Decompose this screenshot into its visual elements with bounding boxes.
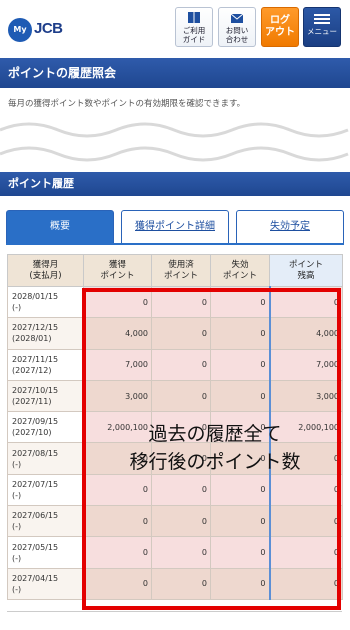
table-header-row: 獲得月 (支払月) 獲得 ポイント 使用済 ポイント 失効 ポイント ポイント 残高	[7, 254, 343, 287]
logout-label-1: ログ	[270, 15, 290, 26]
cell-used: 0	[151, 505, 211, 538]
cell-month: 2027/12/15 (2028/01)	[7, 317, 84, 350]
cell-used: 0	[151, 317, 211, 350]
book-icon	[188, 12, 200, 23]
table-bottom-divider	[7, 611, 342, 612]
cell-expired: 0	[210, 567, 270, 600]
cell-balance: 3,000	[268, 379, 343, 413]
cell-month: 2027/07/15 (-)	[7, 473, 84, 507]
cell-month: 2027/05/15 (-)	[7, 536, 84, 569]
cell-balance: 4,000	[268, 317, 343, 350]
logo-my-badge: My	[8, 18, 32, 42]
cell-month: 2027/04/15 (-)	[7, 567, 84, 600]
cell-used: 0	[151, 567, 211, 600]
page-description: 毎月の獲得ポイント数やポイントの有効期限を確認できます。	[8, 99, 246, 109]
cell-used: 0	[151, 379, 211, 413]
table-row: 2027/04/15 (-) 0 0 0 0	[7, 567, 343, 600]
cell-balance: 0	[268, 473, 343, 507]
logo-jcb-text: JCB	[34, 20, 63, 37]
page-title: ポイントの履歴照会	[0, 58, 350, 88]
table-row: 2027/05/15 (-) 0 0 0 0	[7, 536, 343, 569]
contact-label-2: 合わせ	[225, 35, 249, 44]
mail-icon	[230, 13, 244, 23]
guide-label-1: ご利用	[182, 26, 206, 35]
cell-used: 0	[151, 536, 211, 569]
logout-button[interactable]: ログ アウト	[261, 7, 299, 47]
header-earned: 獲得 ポイント	[83, 254, 152, 287]
table-row: 2027/10/15 (2027/11) 3,000 0 0 3,000	[7, 379, 343, 413]
tab-earned-details[interactable]: 獲得ポイント詳細	[121, 210, 229, 244]
annotation-line-1: 過去の履歴全て	[148, 423, 282, 445]
header-used: 使用済 ポイント	[151, 254, 211, 287]
cell-month: 2027/08/15 (-)	[7, 442, 84, 475]
cell-balance: 0	[268, 505, 343, 538]
cell-used: 0	[151, 473, 211, 507]
cell-expired: 0	[210, 536, 270, 569]
tab-expiry-schedule[interactable]: 失効予定	[236, 210, 344, 244]
header-expired: 失効 ポイント	[210, 254, 270, 287]
guide-label-2: ガイド	[182, 35, 206, 44]
cell-balance: 0	[268, 285, 343, 319]
cell-expired: 0	[210, 317, 270, 350]
cell-earned: 0	[83, 536, 152, 569]
hamburger-icon	[314, 14, 330, 24]
history-tabs: 概要 獲得ポイント詳細 失効予定	[6, 210, 344, 244]
menu-button[interactable]: メニュー	[303, 7, 341, 47]
tab-underline	[6, 243, 344, 245]
annotation-line-2: 移行後のポイント数	[129, 451, 301, 473]
cell-earned: 4,000	[83, 317, 152, 350]
table-row: 2027/06/15 (-) 0 0 0 0	[7, 505, 343, 538]
cell-expired: 0	[210, 348, 270, 381]
table-row: 2027/07/15 (-) 0 0 0 0	[7, 473, 343, 507]
cell-month: 2027/10/15 (2027/11)	[7, 379, 84, 413]
guide-button[interactable]: ご利用 ガイド	[175, 7, 213, 47]
cell-used: 0	[151, 285, 211, 319]
cell-earned: 0	[83, 505, 152, 538]
tab-overview[interactable]: 概要	[6, 210, 114, 244]
cell-expired: 0	[210, 285, 270, 319]
cell-month: 2027/11/15 (2027/12)	[7, 348, 84, 381]
cell-earned: 0	[83, 473, 152, 507]
cell-month: 2027/06/15 (-)	[7, 505, 84, 538]
cell-earned: 0	[83, 567, 152, 600]
contact-label-1: お問い	[225, 26, 249, 35]
cell-earned: 0	[83, 285, 152, 319]
table-row: 2027/12/15 (2028/01) 4,000 0 0 4,000	[7, 317, 343, 350]
cell-balance: 0	[268, 567, 343, 600]
section-title: ポイント履歴	[0, 172, 350, 196]
cell-month: 2028/01/15 (-)	[7, 285, 84, 319]
wave-divider	[0, 122, 349, 162]
header-balance: ポイント 残高	[269, 254, 343, 287]
logout-label-2: アウト	[265, 27, 295, 38]
table-row: 2027/11/15 (2027/12) 7,000 0 0 7,000	[7, 348, 343, 381]
cell-earned: 7,000	[83, 348, 152, 381]
cell-used: 0	[151, 348, 211, 381]
menu-label: メニュー	[307, 27, 337, 36]
tab-expiry-schedule-label: 失効予定	[270, 221, 310, 232]
cell-month: 2027/09/15 (2027/10)	[7, 411, 84, 444]
cell-expired: 0	[210, 473, 270, 507]
tab-earned-details-label: 獲得ポイント詳細	[135, 221, 215, 232]
cell-expired: 0	[210, 505, 270, 538]
table-row: 2028/01/15 (-) 0 0 0 0	[7, 285, 343, 319]
cell-expired: 0	[210, 379, 270, 413]
myjcb-logo[interactable]: My JCB	[8, 18, 74, 42]
cell-balance: 0	[268, 536, 343, 569]
header-month: 獲得月 (支払月)	[7, 254, 84, 287]
contact-button[interactable]: お問い 合わせ	[218, 7, 256, 47]
cell-balance: 7,000	[268, 348, 343, 381]
cell-earned: 3,000	[83, 379, 152, 413]
app-header: My JCB ご利用 ガイド お問い 合わせ ログ アウト メニュー	[0, 0, 350, 56]
annotation-text: 過去の履歴全て 移行後のポイント数	[90, 420, 340, 476]
